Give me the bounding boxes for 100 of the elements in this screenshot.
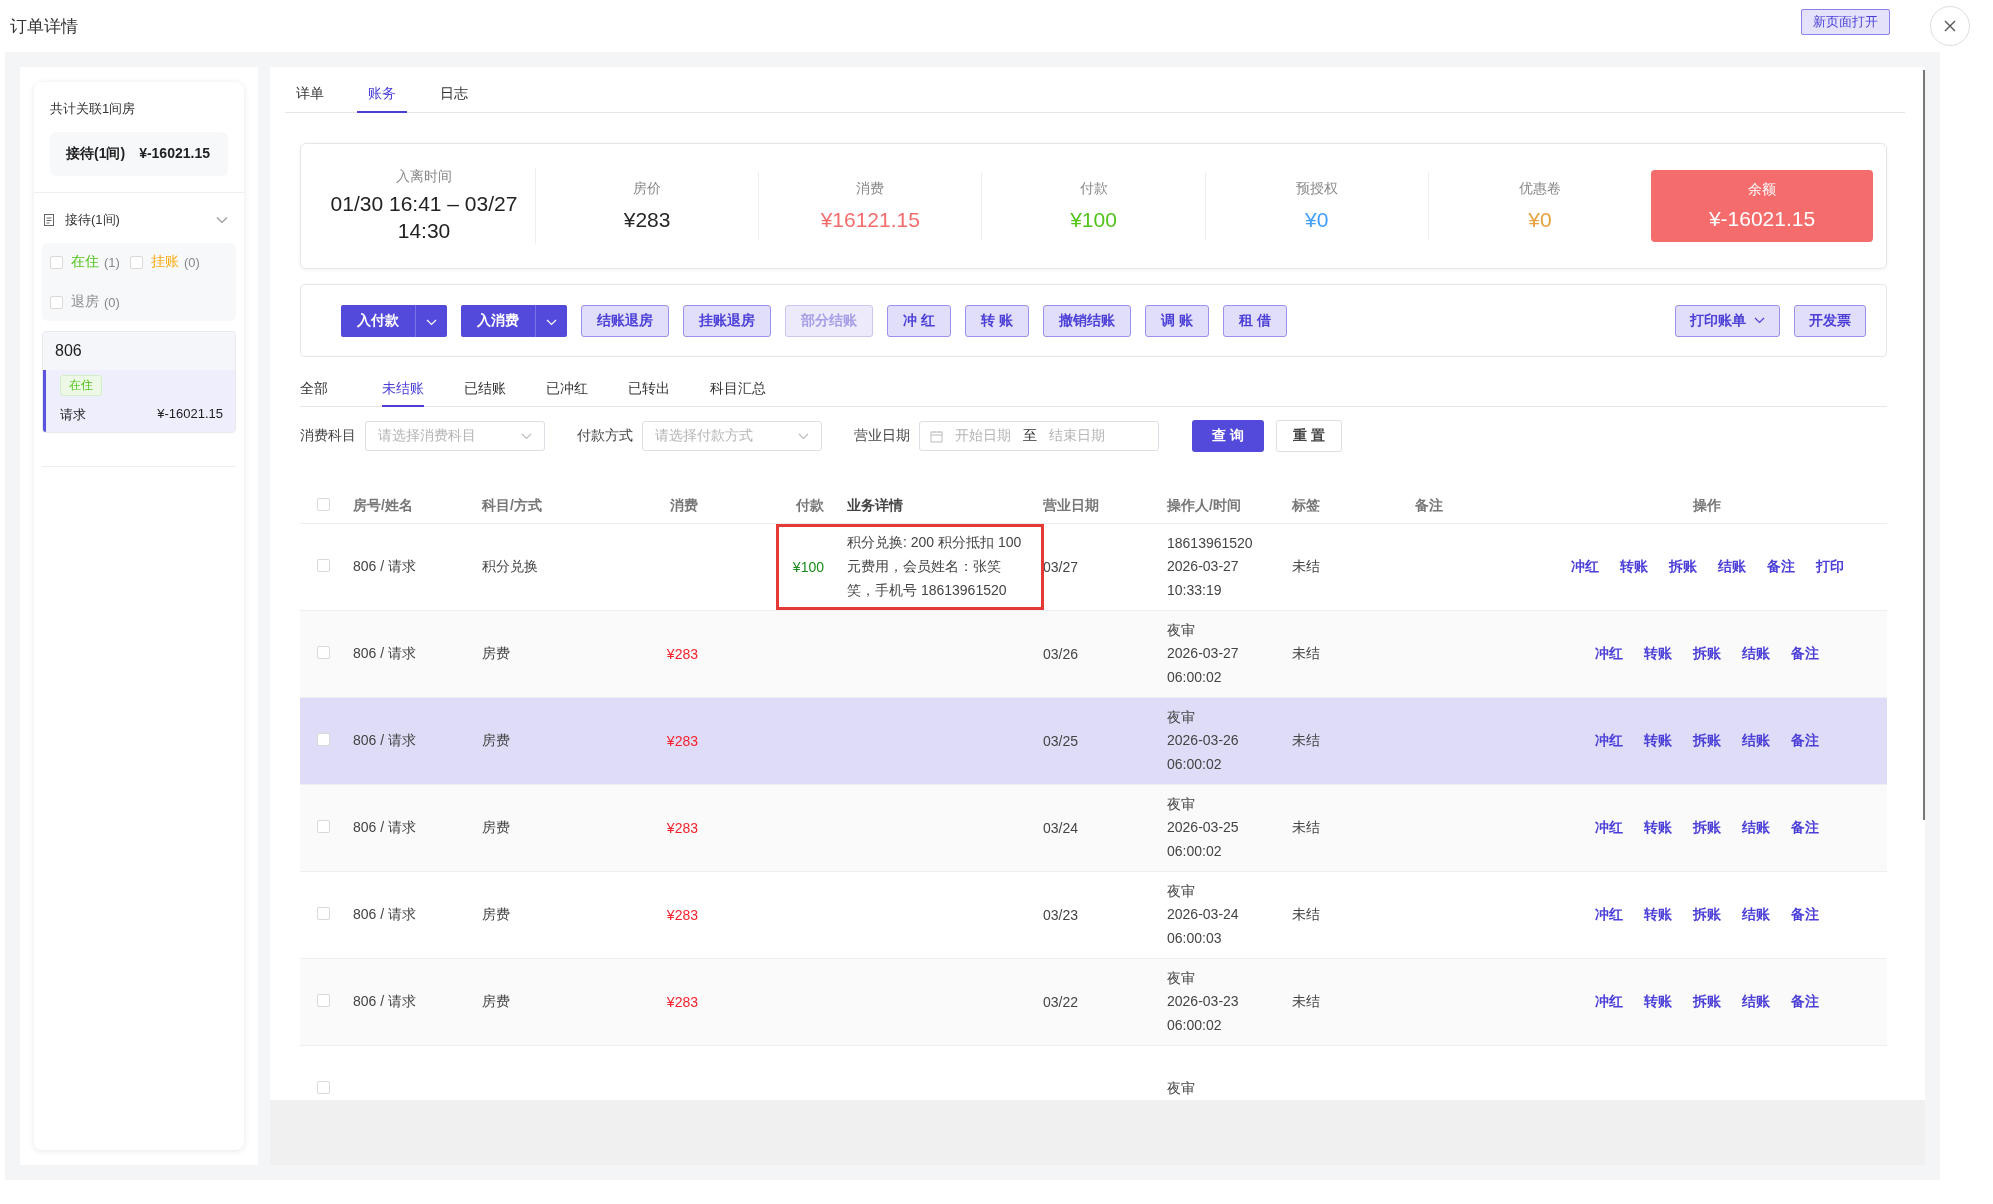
row-action-link[interactable]: 结账 [1742, 819, 1770, 837]
row-action-link[interactable]: 备注 [1766, 558, 1795, 576]
stat-value: ¥283 [622, 208, 672, 232]
table-cell: ¥283 [666, 907, 698, 923]
operation-time: 2026-03-25 06:00:02 [1167, 818, 1240, 861]
action-button[interactable]: 调 账 [1144, 304, 1209, 337]
tab[interactable]: 详单 [285, 79, 335, 113]
checkbox[interactable] [50, 255, 63, 269]
row-checkbox[interactable] [317, 733, 330, 746]
row-checkbox[interactable] [317, 559, 330, 572]
room-card[interactable]: 806 在住 请求 ¥-16021.15 [42, 331, 236, 433]
row-action-link[interactable]: 转账 [1619, 558, 1648, 576]
row-action-link[interactable]: 结账 [1742, 645, 1770, 663]
caret-icon [546, 318, 557, 326]
table-cell: 806 / 请求 [353, 558, 417, 574]
action-button[interactable]: 撤销结账 [1042, 304, 1131, 337]
action-button[interactable]: 转 账 [964, 304, 1029, 337]
group-header[interactable]: 接待(1间) [34, 193, 244, 243]
filter-tab[interactable]: 未结账 [382, 375, 424, 407]
row-action-link[interactable]: 拆账 [1693, 645, 1721, 663]
row-action-link[interactable]: 冲红 [1570, 558, 1599, 576]
table-cell: ¥100 [792, 559, 824, 575]
table-row[interactable]: 806 / 请求 房费 ¥283 03/25 夜审 2026-03-26 06:00:02 未结 冲红 转账 拆账 结账 备注 [300, 698, 1887, 785]
primary-button[interactable]: 入付款 [341, 304, 415, 337]
row-action-link[interactable]: 冲红 [1595, 993, 1623, 1011]
filter-tab[interactable]: 科目汇总 [710, 375, 766, 407]
checkbox[interactable] [129, 255, 143, 269]
row-action-link[interactable]: 结账 [1742, 993, 1770, 1011]
row-checkbox[interactable] [317, 994, 330, 1007]
date-range-field[interactable]: 开始日期 至 结束日期 [919, 421, 1159, 451]
filter-tab[interactable]: 全部 [300, 375, 342, 407]
row-action-link[interactable]: 备注 [1791, 732, 1819, 750]
row-action-link[interactable]: 打印 [1815, 558, 1844, 576]
row-checkbox[interactable] [317, 646, 330, 659]
scrollbar[interactable] [1923, 70, 1925, 820]
status-filter-checkbox[interactable]: 在住 (1) [50, 253, 120, 271]
row-action-link[interactable]: 冲红 [1595, 732, 1623, 750]
action-button[interactable]: 结账退房 [581, 304, 669, 337]
table-row[interactable]: 806 / 请求 房费 ¥283 03/22 夜审 2026-03-23 06:00:02 未结 冲红 转账 拆账 结账 备注 [300, 959, 1887, 1046]
row-action-link[interactable]: 备注 [1791, 645, 1819, 663]
row-action-link[interactable]: 备注 [1791, 906, 1819, 924]
row-action-link[interactable]: 拆账 [1693, 906, 1721, 924]
open-in-new-page-button[interactable]: 新页面打开 [1801, 9, 1890, 35]
stay-period: 01/30 16:41 – 03/27 14:30 [329, 190, 519, 244]
filter-tab[interactable]: 已冲红 [546, 375, 588, 407]
row-action-link[interactable]: 备注 [1791, 993, 1819, 1011]
close-button[interactable] [1930, 6, 1970, 46]
row-action-link[interactable]: 拆账 [1668, 558, 1697, 576]
column-header: 业务详情 [846, 496, 904, 516]
select-all-checkbox[interactable] [317, 498, 330, 511]
search-button[interactable]: 查 询 [1192, 420, 1264, 452]
dropdown-button[interactable] [535, 304, 567, 337]
row-action-link[interactable]: 转账 [1644, 732, 1672, 750]
row-action-link[interactable]: 结账 [1742, 906, 1770, 924]
row-action-link[interactable]: 冲红 [1595, 819, 1623, 837]
table-row[interactable]: 806 / 请求 积分兑换 ¥100 积分兑换: 200 积分抵扣 100 元费用，会员姓名：张笑笑，手机号 18613961520 03/27 18613961520 2026-03-27 10:33:19 未结 冲红 转账 拆账 结账 备注 打印 [300, 524, 1887, 611]
operator-name: 夜审 [1167, 795, 1196, 815]
action-button[interactable]: 挂账退房 [683, 304, 771, 337]
row-action-link[interactable]: 转账 [1644, 819, 1672, 837]
row-action-link[interactable]: 转账 [1644, 993, 1672, 1011]
status-filter-checkbox[interactable]: 挂账 (0) [129, 253, 200, 271]
row-checkbox[interactable] [317, 820, 330, 833]
column-header: 操作 [1692, 497, 1722, 515]
row-action-link[interactable]: 结账 [1742, 732, 1770, 750]
status-filter-checkbox[interactable]: 退房 (0) [50, 293, 120, 311]
balance-value: ¥-16021.15 [1707, 207, 1817, 231]
row-action-link[interactable]: 转账 [1644, 645, 1672, 663]
operation-time: 2026-03-24 06:00:03 [1167, 905, 1240, 948]
table-row[interactable]: 806 / 请求 房费 ¥283 03/24 夜审 2026-03-25 06:00:02 未结 冲红 转账 拆账 结账 备注 [300, 785, 1887, 872]
table-cell: 未结 [1292, 993, 1320, 1009]
action-button[interactable]: 开发票 [1794, 304, 1866, 337]
summary-label: 接待(1间) [66, 145, 126, 163]
filter-tab[interactable]: 已结账 [464, 375, 506, 407]
row-checkbox[interactable] [317, 907, 330, 920]
tab[interactable]: 账务 [357, 79, 407, 113]
primary-button[interactable]: 入消费 [461, 304, 535, 337]
action-button[interactable]: 租 借 [1222, 304, 1287, 337]
row-action-link[interactable]: 拆账 [1693, 732, 1721, 750]
print-dropdown-button[interactable]: 打印账单 [1675, 304, 1780, 337]
table-cell: 房费 [482, 732, 510, 748]
reset-button[interactable]: 重 置 [1275, 420, 1342, 452]
filter-tab[interactable]: 已转出 [628, 375, 670, 407]
tab[interactable]: 日志 [429, 79, 479, 113]
room-number: 806 [43, 332, 235, 370]
status-label: 退房 [71, 293, 99, 311]
checkbox[interactable] [50, 295, 63, 309]
dropdown-button[interactable] [415, 304, 447, 337]
row-action-link[interactable]: 冲红 [1595, 645, 1623, 663]
action-button[interactable]: 冲 红 [887, 304, 951, 337]
field-label: 消费科目 [300, 427, 356, 445]
row-action-link[interactable]: 结账 [1717, 558, 1746, 576]
table-row[interactable]: 806 / 请求 房费 ¥283 03/26 夜审 2026-03-27 06:00:02 未结 冲红 转账 拆账 结账 备注 [300, 611, 1887, 698]
row-action-link[interactable]: 冲红 [1595, 906, 1623, 924]
row-action-link[interactable]: 转账 [1644, 906, 1672, 924]
row-action-link[interactable]: 拆账 [1693, 819, 1721, 837]
stat-label: 优惠卷 [1517, 180, 1562, 198]
row-action-link[interactable]: 备注 [1791, 819, 1819, 837]
row-action-link[interactable]: 拆账 [1693, 993, 1721, 1011]
row-checkbox[interactable] [317, 1081, 330, 1094]
table-cell: 房费 [482, 819, 510, 835]
